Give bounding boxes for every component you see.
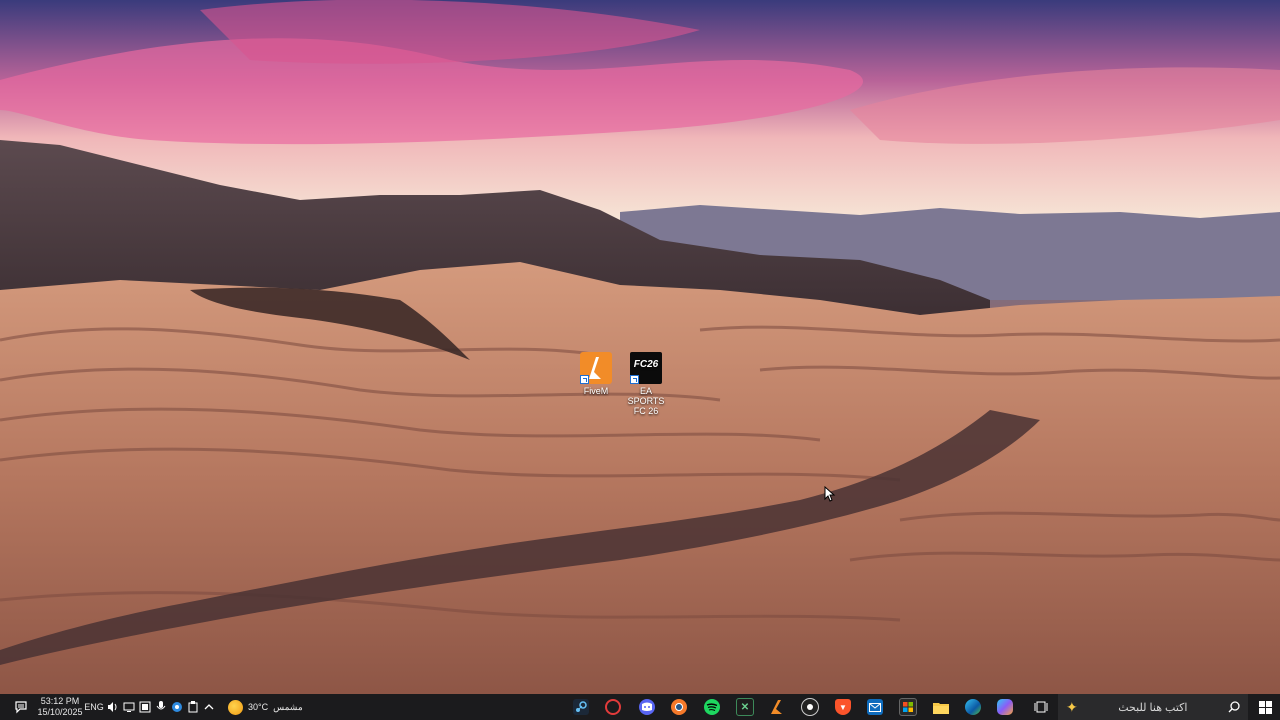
- windows-logo-icon: [1258, 700, 1272, 714]
- taskbar-app-copilot[interactable]: [990, 694, 1020, 720]
- taskbar: 53:12 PM 15/10/2025 ENG 30°C مشمس ✕ ▼ ✦ …: [0, 694, 1280, 720]
- clock-date: 15/10/2025: [37, 707, 83, 717]
- microphone-button[interactable]: [154, 694, 168, 720]
- taskbar-app-streaming[interactable]: [598, 694, 628, 720]
- search-icon: [1228, 701, 1240, 713]
- search-highlight-icon: ✦: [1066, 698, 1078, 715]
- input-language-button[interactable]: ENG: [84, 694, 104, 720]
- clipboard-tray-button[interactable]: [186, 694, 200, 720]
- weather-condition: مشمس: [273, 701, 303, 712]
- clipboard-icon: [188, 701, 198, 713]
- taskbar-app-brave[interactable]: ▼: [828, 694, 858, 720]
- weather-widget[interactable]: 30°C مشمس: [228, 694, 312, 720]
- streaming-app-icon: [605, 699, 621, 715]
- taskbar-app-file-explorer[interactable]: [926, 694, 956, 720]
- taskbar-search[interactable]: ✦ اكتب هنا للبحث: [1058, 694, 1248, 720]
- blender-icon: [671, 699, 687, 715]
- volume-icon: [108, 702, 117, 712]
- shortcut-arrow-icon: [630, 375, 639, 384]
- desktop-icon-fivem[interactable]: FiveM: [572, 352, 620, 396]
- taskbar-app-blender[interactable]: [664, 694, 694, 720]
- taskbar-app-edge[interactable]: [958, 694, 988, 720]
- clock-time: 53:12 PM: [40, 696, 80, 706]
- desktop-icon-label: FiveM: [583, 386, 609, 396]
- taskbar-app-steam[interactable]: [566, 694, 596, 720]
- fivem-logo-icon: [580, 352, 612, 384]
- desktop-wallpaper: [0, 0, 1280, 694]
- sun-icon: [228, 699, 243, 715]
- chevron-up-icon: [204, 704, 214, 710]
- task-view-button[interactable]: [1026, 694, 1056, 720]
- taskbar-app-excel[interactable]: ✕: [730, 694, 760, 720]
- start-button[interactable]: [1252, 694, 1278, 720]
- microsoft-store-icon: [899, 698, 917, 716]
- edge-icon: [965, 699, 981, 715]
- fc26-logo-text: FC26: [633, 359, 659, 370]
- onedrive-tray-button[interactable]: [170, 694, 184, 720]
- search-placeholder: اكتب هنا للبحث: [1118, 701, 1188, 714]
- fc26-logo-icon: FC26: [630, 352, 662, 384]
- excel-icon: ✕: [736, 698, 754, 716]
- desktop-icon-fc26[interactable]: FC26 EA SPORTS FC 26: [622, 352, 670, 416]
- file-explorer-icon: [933, 699, 949, 715]
- shortcut-arrow-icon: [580, 375, 589, 384]
- notification-icon: [15, 701, 27, 714]
- network-icon: [123, 702, 135, 712]
- task-view-icon: [1034, 701, 1048, 713]
- copilot-icon: [997, 699, 1013, 715]
- taskbar-app-spotify[interactable]: [697, 694, 727, 720]
- taskbar-app-fivem[interactable]: [762, 694, 792, 720]
- onedrive-icon: [172, 702, 182, 712]
- brave-icon: ▼: [835, 699, 851, 715]
- fivem-icon: [769, 699, 785, 715]
- network-button[interactable]: [122, 694, 136, 720]
- taskbar-app-discord[interactable]: [632, 694, 662, 720]
- system-clock[interactable]: 53:12 PM 15/10/2025: [36, 694, 84, 720]
- taskbar-app-davinci[interactable]: [795, 694, 825, 720]
- mouse-cursor-icon: [824, 486, 836, 502]
- language-label: ENG: [84, 702, 104, 712]
- show-hidden-icons-button[interactable]: [202, 694, 216, 720]
- mail-icon: [867, 699, 883, 715]
- davinci-icon: [801, 698, 819, 716]
- desktop-icon-label: EA SPORTS FC 26: [627, 386, 665, 416]
- volume-button[interactable]: [106, 694, 120, 720]
- spotify-icon: [704, 699, 720, 715]
- weather-temp: 30°C: [248, 702, 269, 712]
- taskbar-app-store[interactable]: [893, 694, 923, 720]
- display-tray-button[interactable]: [138, 694, 152, 720]
- taskbar-app-mail[interactable]: [860, 694, 890, 720]
- steam-icon: [573, 699, 589, 715]
- discord-icon: [639, 699, 655, 715]
- microphone-icon: [156, 701, 166, 710]
- screen-icon: [139, 701, 151, 713]
- notification-center-button[interactable]: [8, 694, 34, 720]
